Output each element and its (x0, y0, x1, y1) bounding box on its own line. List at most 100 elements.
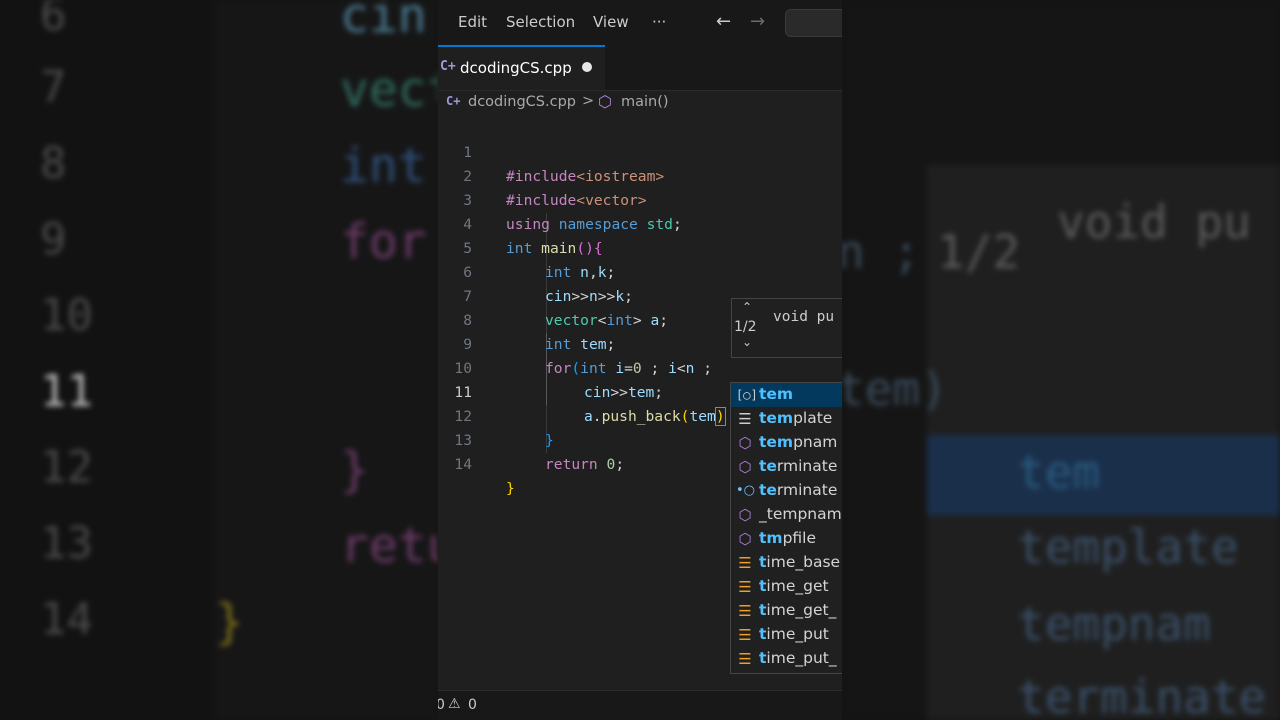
background-line-number: 14 (40, 594, 93, 645)
suggestion-item[interactable]: [◯] tem (731, 383, 842, 407)
overload-count: 1/2 (734, 319, 757, 335)
suggestion-label: tem (759, 385, 793, 403)
suggestion-item[interactable]: ☰ time_put_ (731, 647, 842, 671)
suggestion-item[interactable]: ☰ time_get (731, 575, 842, 599)
suggestion-label: _tempnam (759, 505, 842, 523)
unsaved-dot-icon[interactable] (582, 62, 592, 72)
suggestion-label: tmpfile (759, 529, 816, 547)
match-text: tem (759, 409, 794, 427)
tab-dcodingcs-cpp[interactable]: C+ dcodingCS.cpp (438, 45, 605, 90)
command-center-search[interactable] (785, 9, 842, 37)
token: ; (615, 456, 625, 473)
tab-label: dcodingCS.cpp (460, 59, 572, 77)
line-text: return 0; (545, 453, 624, 477)
match-text: te (759, 457, 777, 475)
suggestion-label: template (759, 409, 832, 427)
suggestion-item[interactable]: ☰ template (731, 407, 842, 431)
menu-more[interactable]: ··· (652, 13, 666, 31)
rest-text: pnam (793, 433, 838, 451)
warning-count[interactable]: 0 (468, 697, 477, 713)
suggestion-label: time_put (759, 625, 829, 643)
background-code: retu (340, 518, 438, 574)
rest-text: pfile (782, 529, 817, 547)
menu-view[interactable]: View (593, 13, 629, 31)
suggestion-item[interactable]: ⬡ tempnam (731, 431, 842, 455)
background-code: } (340, 442, 369, 498)
breadcrumb-file[interactable]: dcodingCS.cpp (468, 94, 576, 110)
warning-icon[interactable]: ⚠ (448, 696, 461, 712)
cpp-file-icon: C+ (440, 59, 456, 74)
background-count: 1/2 (937, 225, 1021, 279)
suggestion-item[interactable]: ⬡ _tempnam (731, 503, 842, 527)
line-text: } (506, 477, 515, 501)
background-line-number: 6 (40, 0, 67, 41)
rest-text: rminate (776, 457, 838, 475)
suggestion-item[interactable]: ⬡ terminate (731, 455, 842, 479)
code-line: 1 #include<iostream> (438, 117, 842, 185)
background-suggestion: tem (1017, 445, 1101, 499)
function-icon: ⬡ (738, 506, 752, 524)
background-code: vect (340, 62, 438, 118)
background-suggestion: terminate (1017, 670, 1267, 720)
background-code: for (340, 214, 427, 270)
arrow-right-icon[interactable]: → (750, 11, 765, 32)
interface-icon: •○ (736, 483, 756, 498)
background-suggestion: template (1017, 520, 1239, 574)
code-line-current: 11 a.push_back(tem) (438, 357, 842, 426)
code-line: 7 vector<int> a; (438, 261, 842, 329)
background-code: tem) (842, 362, 948, 416)
rest-text: ime_get (766, 577, 829, 595)
signature-text: void pu (773, 309, 835, 325)
background-line-number: 7 (40, 62, 67, 113)
menu-selection[interactable]: Selection (506, 13, 575, 31)
background-line-number: 11 (40, 366, 93, 417)
error-count[interactable]: 0 (438, 697, 445, 713)
breadcrumb-separator: > (582, 93, 595, 109)
code-line: 5 int n,k; (438, 213, 842, 281)
background-line-number: 8 (40, 138, 67, 189)
suggestion-item[interactable]: ⬡ tmpfile (731, 527, 842, 551)
breadcrumb: C+ dcodingCS.cpp > ⬡ main() (438, 92, 842, 116)
class-icon: ☰ (738, 554, 752, 572)
variable-icon: [◯] (736, 388, 758, 402)
class-icon: ☰ (738, 626, 752, 644)
breadcrumb-symbol[interactable]: main() (621, 94, 669, 110)
match-text: tm (759, 529, 783, 547)
parameter-hints-popup: ⌃ 1/2 ⌄ void pu (731, 298, 842, 358)
chevron-down-icon[interactable]: ⌄ (742, 335, 752, 349)
suggestion-item[interactable]: ☰ time_get_ (731, 599, 842, 623)
chevron-up-icon[interactable]: ⌃ (742, 300, 752, 314)
suggestion-item[interactable]: ☰ time_base (731, 551, 842, 575)
rest-text: ime_put_ (766, 649, 837, 667)
background-code: } (215, 594, 244, 650)
suggestion-label: terminate (759, 457, 837, 475)
code-line: 4 int main(){ (438, 189, 842, 257)
match-text: tem (759, 385, 794, 403)
class-icon: ☰ (738, 650, 752, 668)
suggestion-label: time_get (759, 577, 829, 595)
suggestion-label: time_base (759, 553, 840, 571)
suggestion-item[interactable]: •○ terminate (731, 479, 842, 503)
status-bar: 0 ⚠ 0 (438, 690, 842, 720)
suggestion-label: time_put_ (759, 649, 837, 667)
method-icon: ⬡ (598, 92, 612, 111)
menu-edit[interactable]: Edit (458, 13, 487, 31)
rest-text: plate (793, 409, 833, 427)
suggestion-label: time_get_ (759, 601, 836, 619)
function-icon: ⬡ (738, 434, 752, 452)
tab-bar: C+ dcodingCS.cpp (438, 45, 842, 91)
suggestion-item[interactable]: ☰ time_put (731, 623, 842, 647)
background-right-zoom: 1/2 void pu n ; tem) tem template tempna… (842, 0, 1280, 720)
token: } (506, 480, 515, 497)
code-line: 2 #include<vector> (438, 141, 842, 209)
arrow-left-icon[interactable]: ← (716, 11, 731, 32)
rest-text: ime_get_ (766, 601, 837, 619)
rest-text: ime_base (766, 553, 841, 571)
rest-text: _tempnam (759, 505, 842, 523)
background-code: int (340, 138, 427, 194)
token: 0 (606, 456, 616, 473)
background-line-number: 13 (40, 518, 93, 569)
background-signature: void pu (1057, 195, 1251, 249)
function-icon: ⬡ (738, 530, 752, 548)
